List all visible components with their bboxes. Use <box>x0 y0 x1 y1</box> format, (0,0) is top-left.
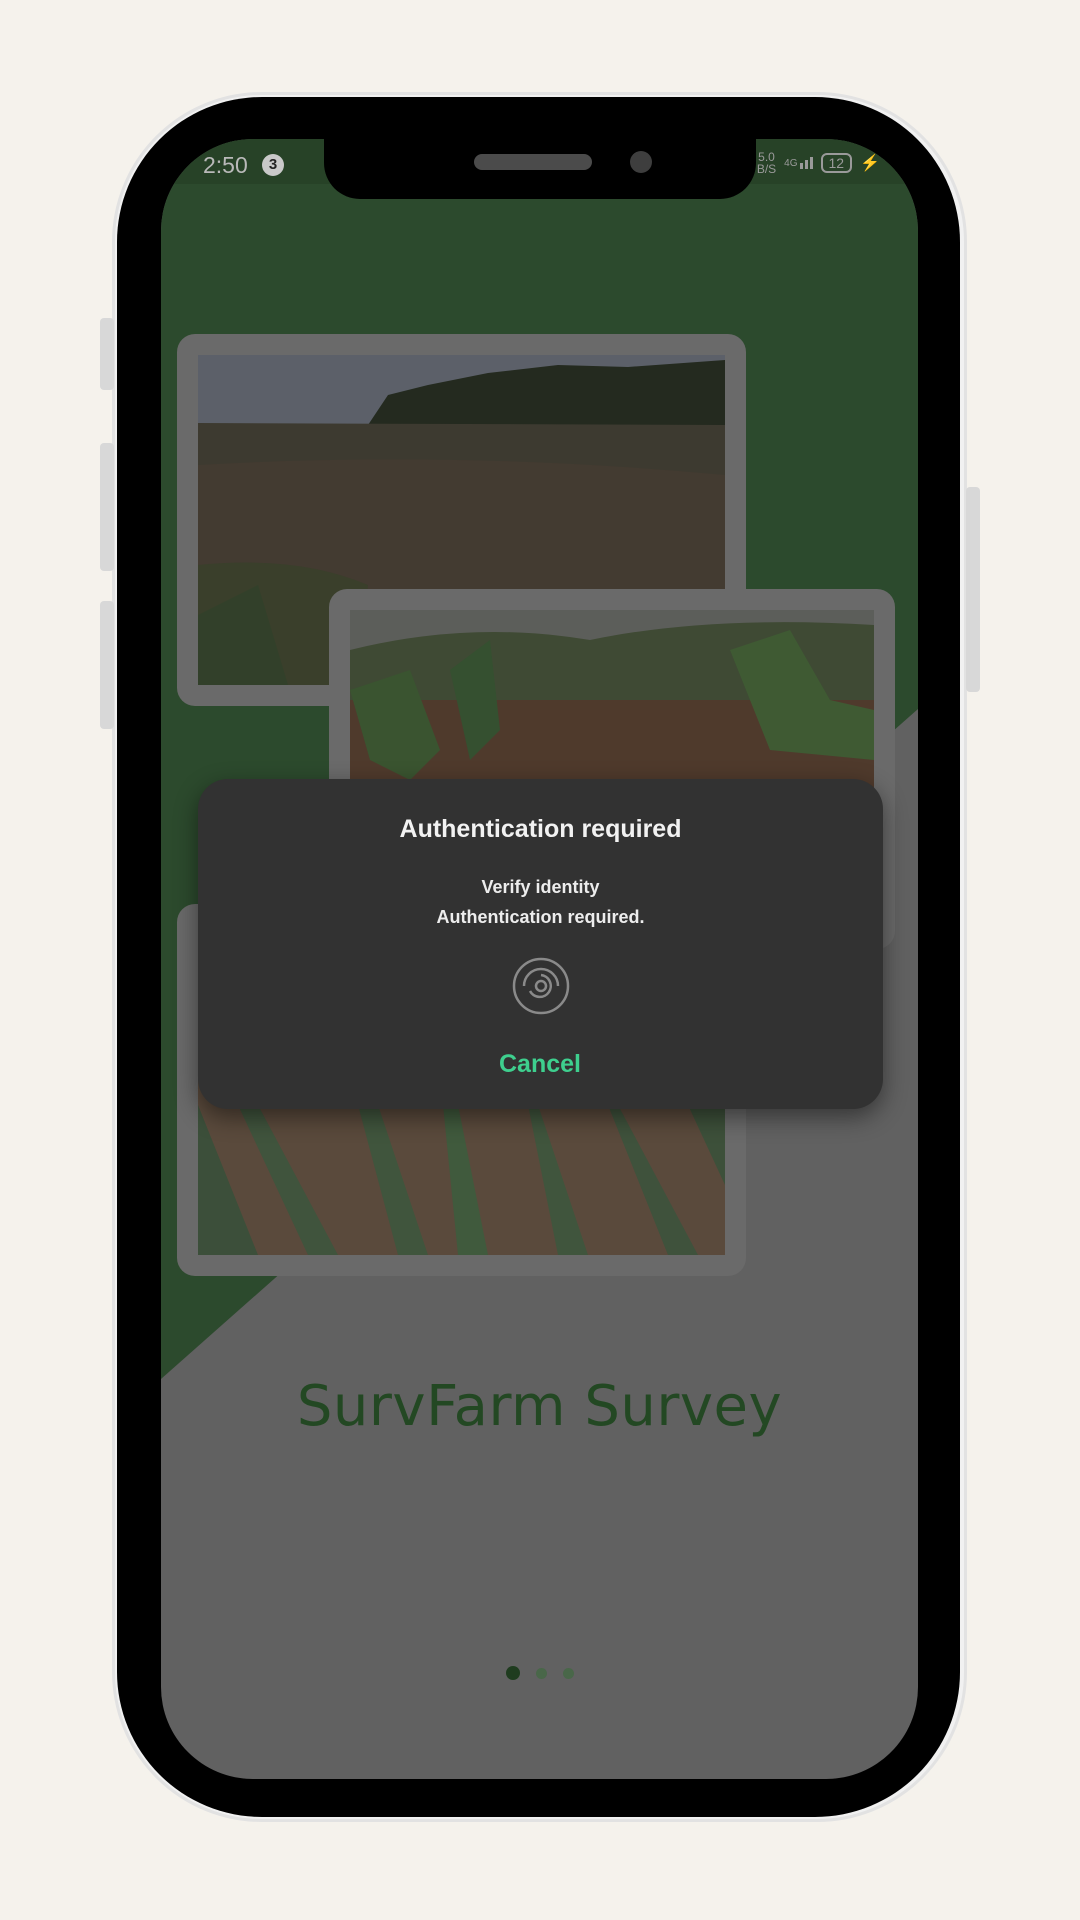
status-time: 2:50 <box>203 152 248 178</box>
cancel-button[interactable]: Cancel <box>490 1043 590 1083</box>
front-camera <box>630 151 652 173</box>
mute-switch <box>100 318 114 390</box>
network-speed-unit: B/S <box>756 162 777 176</box>
screen: SurvFarm Survey 2:50 3 5.0 B/S 4G 12 ⚡ A… <box>161 139 918 1779</box>
volume-down-button <box>100 601 114 729</box>
dialog-title: Authentication required <box>399 815 682 843</box>
power-button <box>966 487 980 692</box>
status-bar: 2:50 3 5.0 B/S 4G 12 ⚡ <box>161 139 918 199</box>
charging-icon: ⚡ <box>860 155 880 172</box>
earpiece-speaker <box>474 154 592 170</box>
battery-icon: 12 <box>820 153 853 173</box>
signal-icon: 4G <box>784 157 813 169</box>
authentication-dialog: Authentication required Verify identity … <box>198 779 883 1109</box>
dialog-subtitle: Verify identity <box>481 877 600 897</box>
notification-count-badge: 3 <box>262 154 284 176</box>
network-speed: 5.0 B/S <box>757 151 776 175</box>
camera-notch <box>324 139 756 199</box>
fingerprint-icon[interactable] <box>512 957 570 1015</box>
network-type: 4G <box>784 158 798 169</box>
volume-up-button <box>100 443 114 571</box>
status-icons: 5.0 B/S 4G 12 ⚡ <box>757 151 880 175</box>
dialog-description: Authentication required. <box>436 907 645 927</box>
